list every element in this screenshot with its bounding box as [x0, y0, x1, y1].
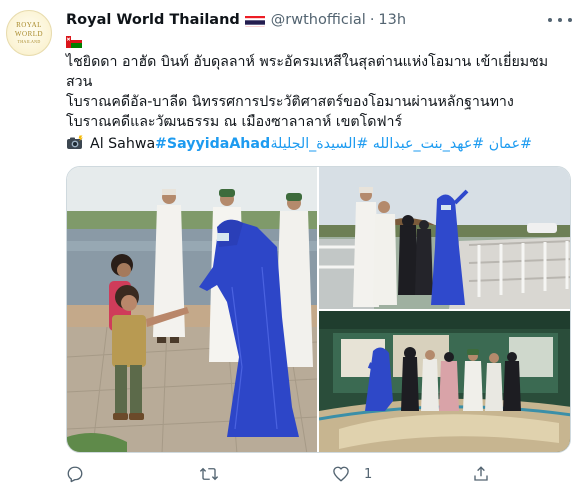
tweet-tags-line: Al Sahwa #SayyidaAhad #عمان #عهد_بنت_عبد… [66, 134, 566, 154]
tweet-text: ไชยิดดา อาฮัด บินท์ อับดุลลาห์ พระอัครมเ… [66, 52, 566, 132]
photo-bridge[interactable] [319, 167, 570, 309]
tweet-header: Royal World Thailand @rwthofficial · 13h [66, 10, 406, 30]
photo-main[interactable] [67, 167, 317, 452]
tweet-text-line: ไชยิดดา อาฮัด บินท์ อับดุลลาห์ พระอัครมเ… [66, 54, 549, 90]
like-button[interactable]: 1 [332, 461, 372, 487]
user-handle[interactable]: @rwthofficial [271, 12, 366, 28]
more-horizontal-icon[interactable] [548, 12, 572, 28]
like-count: 1 [364, 466, 373, 482]
retweet-icon [199, 465, 219, 483]
share-button[interactable] [472, 461, 490, 487]
reply-icon [66, 465, 84, 483]
media-grid [66, 166, 571, 453]
avatar-logo-line: ROYAL [16, 21, 42, 29]
retweet-button[interactable] [199, 461, 219, 487]
tweet[interactable]: ROYAL WORLD THAILAND Royal World Thailan… [0, 0, 580, 496]
tweet-actions: 1 [66, 461, 571, 487]
thailand-flag-icon [244, 14, 265, 27]
hashtag-link[interactable]: #SayyidaAhad [155, 134, 270, 154]
tweet-text-line: โบราณคดีอัล-บาลีด นิทรรศการประวัติศาสตร์… [66, 94, 514, 110]
avatar-logo-line: WORLD [14, 30, 44, 38]
share-icon [472, 465, 490, 483]
avatar[interactable]: ROYAL WORLD THAILAND [6, 10, 52, 56]
display-name[interactable]: Royal World Thailand [66, 12, 240, 28]
timestamp[interactable]: 13h [378, 12, 406, 28]
oman-flag-icon [66, 34, 82, 50]
avatar-logo-line: THAILAND [17, 39, 41, 44]
reply-button[interactable] [66, 461, 84, 487]
photo-source: Al Sahwa [90, 136, 156, 152]
separator-dot: · [369, 12, 375, 28]
tweet-text-line: โบราณคดีและวัฒนธรรม ณ เมืองซาลาลาห์ เขตโ… [66, 114, 403, 130]
heart-icon [332, 465, 350, 483]
camera-with-flash-icon [66, 135, 84, 151]
photo-exhibition[interactable] [319, 311, 570, 452]
hashtag-links-arabic[interactable]: #عمان #عهد_بنت_عبدالله #السيدة_الجليلة [270, 134, 532, 154]
